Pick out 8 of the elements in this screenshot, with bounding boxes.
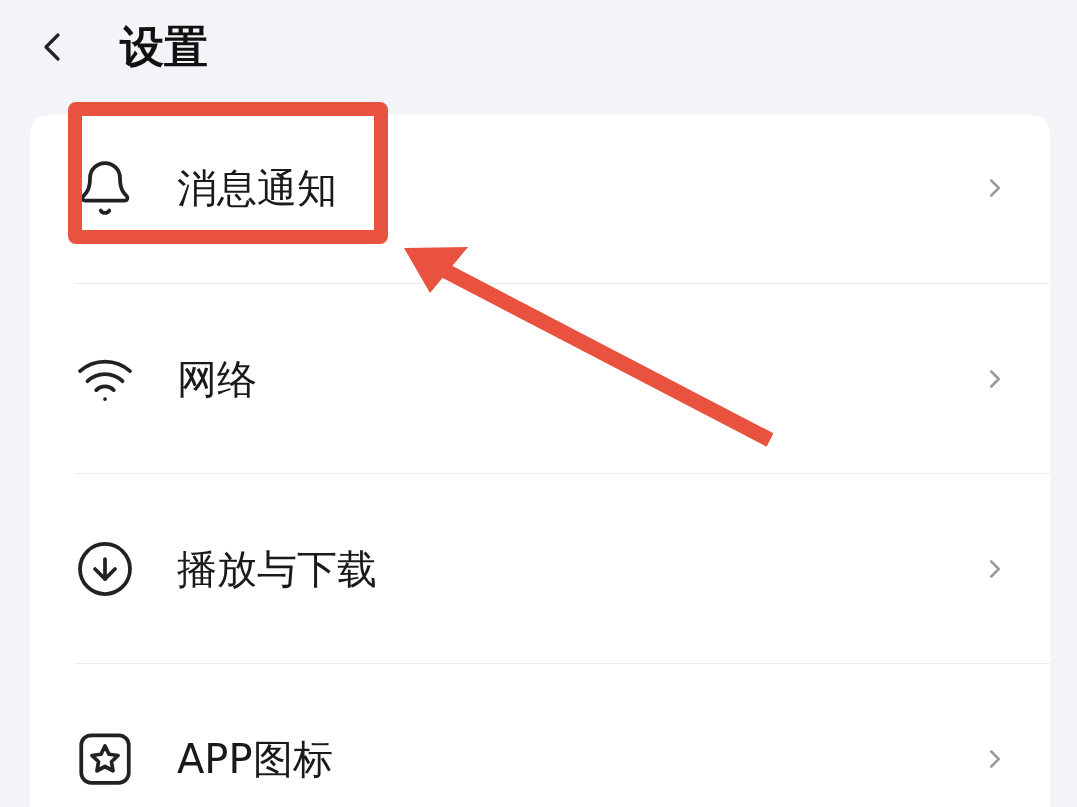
row-label: 网络 [177,354,258,404]
settings-row[interactable]: 网络 [75,284,1050,473]
page-title: 设置 [120,20,208,74]
settings-row[interactable]: 播放与下载 [75,474,1050,663]
row-label: 播放与下载 [177,544,378,594]
settings-row[interactable]: APP图标 [75,664,1050,807]
row-label: 消息通知 [177,164,338,213]
row-label: APP图标 [177,734,334,784]
